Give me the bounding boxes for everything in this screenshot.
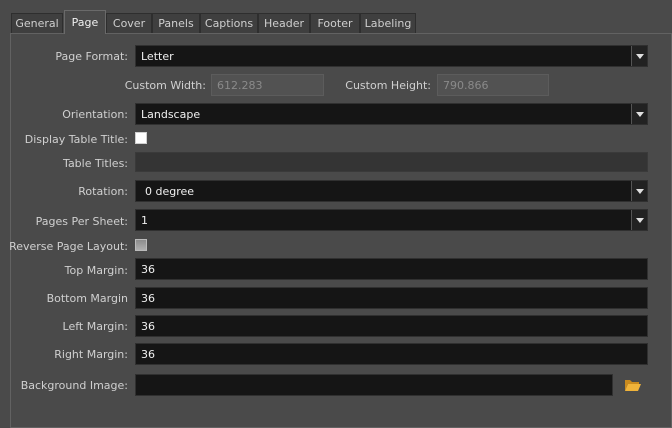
right-margin-field[interactable]: 36 [135,343,648,365]
left-margin-label: Left Margin: [62,320,128,333]
tab-general[interactable]: General [11,13,63,33]
right-margin-label: Right Margin: [54,348,128,361]
chevron-down-icon[interactable] [631,210,647,230]
pages-per-sheet-value: 1 [141,213,148,227]
chevron-down-icon[interactable] [631,46,647,66]
tab-captions[interactable]: Captions [200,13,258,33]
page-format-select[interactable]: Letter [135,45,648,67]
orientation-label: Orientation: [62,108,128,121]
bottom-margin-field[interactable]: 36 [135,287,648,309]
chevron-down-icon[interactable] [631,181,647,201]
table-titles-field[interactable] [135,152,648,172]
tab-panels[interactable]: Panels [152,13,200,33]
rotation-select[interactable]: 0 degree [135,180,648,202]
tab-bar: General Page Cover Panels Captions Heade… [0,0,672,34]
pages-per-sheet-select[interactable]: 1 [135,209,648,231]
top-margin-label: Top Margin: [64,264,128,277]
tab-page[interactable]: Page [64,10,106,34]
custom-width-field[interactable]: 612.283 [211,74,324,96]
display-table-title-label: Display Table Title: [24,133,128,146]
chevron-down-icon[interactable] [631,104,647,124]
custom-height-label: Custom Height: [345,79,431,92]
orientation-value: Landscape [141,107,201,121]
left-margin-field[interactable]: 36 [135,315,648,337]
table-titles-label: Table Titles: [63,157,128,170]
display-table-title-checkbox[interactable] [135,132,147,144]
top-margin-field[interactable]: 36 [135,258,648,280]
tab-cover[interactable]: Cover [106,13,152,33]
rotation-label: Rotation: [78,185,128,198]
background-image-field[interactable] [135,374,613,396]
tab-footer[interactable]: Footer [310,13,360,33]
page-format-value: Letter [141,49,174,63]
background-image-label: Background Image: [20,379,128,392]
orientation-select[interactable]: Landscape [135,103,648,125]
bottom-margin-label: Bottom Margin [46,292,128,305]
custom-width-label: Custom Width: [124,79,206,92]
tab-labeling[interactable]: Labeling [360,13,416,33]
reverse-page-layout-label: Reverse Page Layout: [9,240,128,253]
tab-header[interactable]: Header [258,13,310,33]
custom-height-field[interactable]: 790.866 [437,74,549,96]
folder-open-icon[interactable] [624,378,642,392]
rotation-value: 0 degree [145,184,195,198]
page-format-label: Page Format: [55,50,128,63]
pages-per-sheet-label: Pages Per Sheet: [35,215,128,228]
reverse-page-layout-checkbox[interactable] [135,239,147,251]
